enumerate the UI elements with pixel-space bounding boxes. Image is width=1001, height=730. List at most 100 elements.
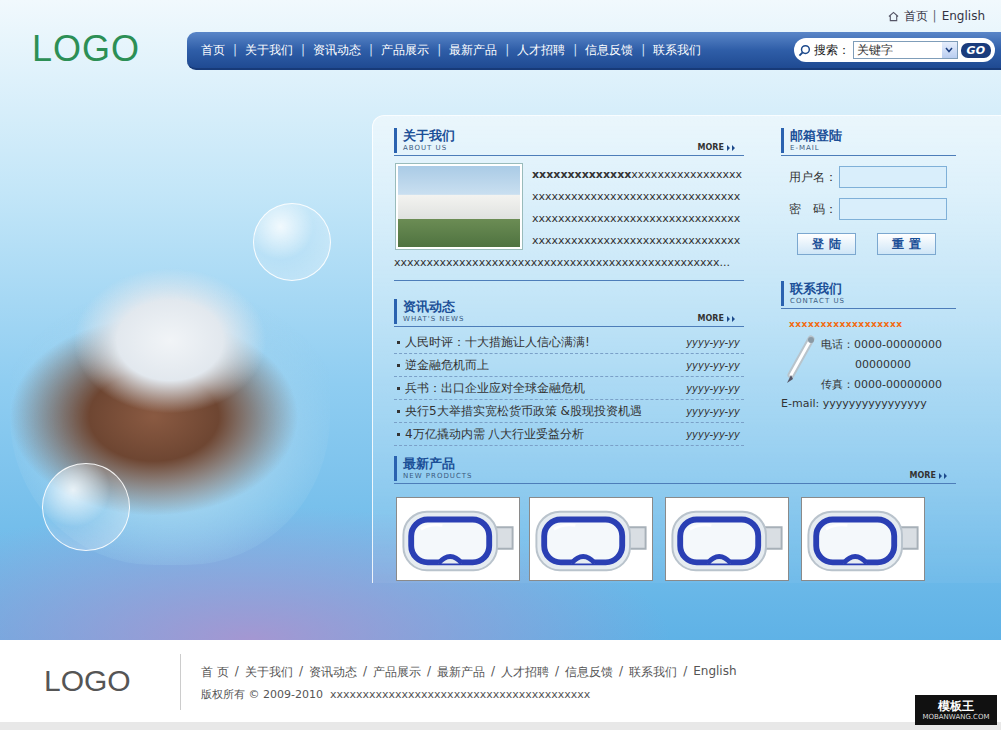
nav-bar: 首页|关于我们|资讯动态|产品展示|最新产品|人才招聘|信息反馈|联系我们搜索：… — [187, 32, 1001, 70]
news-section: 资讯动态WHAT'S NEWSMORE 人民时评：十大措施让人信心满满! yyyy… — [394, 299, 744, 446]
separator: | — [933, 9, 937, 23]
section-header: 关于我们ABOUT US MORE — [394, 128, 744, 156]
field-row: 密 码： — [781, 198, 956, 220]
text-input[interactable] — [839, 166, 947, 188]
section-title: 最新产品 — [403, 456, 473, 472]
section-title: 资讯动态 — [403, 299, 464, 315]
footer-separator: / — [683, 664, 687, 681]
nav-item[interactable]: 人才招聘 — [509, 42, 573, 59]
email: E-mail: yyyyyyyyyyyyyyyy — [781, 397, 956, 410]
footer-link[interactable]: 人才招聘 — [501, 664, 549, 681]
footer-link[interactable]: 产品展示 — [373, 664, 421, 681]
nav-separator: | — [573, 43, 577, 57]
news-item[interactable]: 逆金融危机而上yyyy-yy-yy — [394, 354, 744, 377]
footer-divider — [180, 654, 181, 710]
watermark: 模板王MOBANWANG.COM — [915, 695, 997, 725]
nav-item[interactable]: 最新产品 — [441, 42, 505, 59]
news-item[interactable]: 人民时评：十大措施让人信心满满! yyyy-yy-yy — [394, 331, 744, 354]
nav-item[interactable]: 关于我们 — [237, 42, 301, 59]
nav-separator: | — [505, 43, 509, 57]
nav-separator: | — [641, 43, 645, 57]
footer-content: 首 页/关于我们/资讯动态/产品展示/最新产品/人才招聘/信息反馈/联系我们/E… — [181, 640, 737, 702]
news-title: 人民时评：十大措施让人信心满满! — [405, 334, 590, 351]
header-right: 首页|English首页|关于我们|资讯动态|产品展示|最新产品|人才招聘|信息… — [187, 0, 1001, 115]
home-icon — [888, 11, 899, 22]
news-item[interactable]: 4万亿撬动内需 八大行业受益分析yyyy-yy-yy — [394, 423, 744, 446]
nav-item[interactable]: 首页 — [193, 42, 233, 59]
nav-separator: | — [233, 43, 237, 57]
content-panel: 关于我们ABOUT US MORE xxxxxxxxxxxxxxxxxxxxxxx… — [372, 115, 1001, 583]
news-date: yyyy-yy-yy — [686, 337, 744, 348]
footer-separator: / — [235, 664, 239, 681]
double-arrow-icon — [727, 145, 736, 151]
footer-link[interactable]: English — [693, 664, 736, 681]
news-date: yyyy-yy-yy — [686, 406, 744, 417]
section-header: 资讯动态WHAT'S NEWSMORE — [394, 299, 744, 327]
right-column: 邮箱登陆E-MAIL 用户名： 密 码： 登 陆重 置联系我们CONTACT USxx… — [781, 128, 956, 446]
section-title: 关于我们 — [403, 128, 455, 144]
nav-item[interactable]: 信息反馈 — [577, 42, 641, 59]
pen-icon — [781, 335, 819, 387]
section-header: 联系我们CONTACT US — [781, 281, 956, 309]
phone: 电话：0000-00000000 — [821, 335, 942, 355]
section-header: 邮箱登陆E-MAIL — [781, 128, 956, 156]
product-card[interactable] — [665, 497, 789, 581]
footer-separator: / — [427, 664, 431, 681]
field-row: 用户名： — [781, 166, 956, 188]
home-link[interactable]: 首页 — [904, 8, 928, 25]
news-item[interactable]: 央行5大举措实宽松货币政策 &股现投资机遇 yyyy-yy-yy — [394, 400, 744, 423]
section-subtitle: ABOUT US — [403, 144, 455, 153]
products-section: 最新产品NEW PRODUCTSMORE — [394, 456, 956, 581]
about-body: xxxxxxxxxxxxxxxxxxxxxxxxxxxxxxxxxxxxxxxx… — [394, 164, 744, 281]
search-select[interactable]: 关键字 — [853, 41, 958, 59]
double-arrow-icon — [939, 473, 948, 479]
top-area: LOGO首页|English首页|关于我们|资讯动态|产品展示|最新产品|人才招… — [0, 0, 1001, 640]
footer-logo[interactable]: LOGO — [0, 640, 180, 698]
news-date: yyyy-yy-yy — [686, 383, 744, 394]
more-link[interactable]: MORE — [698, 314, 736, 323]
search-button[interactable]: GO — [961, 43, 991, 58]
more-link[interactable]: MORE — [910, 471, 948, 480]
form-button[interactable]: 重 置 — [877, 233, 936, 255]
text-input[interactable] — [839, 198, 947, 220]
footer-links: 首 页/关于我们/资讯动态/产品展示/最新产品/人才招聘/信息反馈/联系我们/E… — [201, 664, 737, 681]
footer-link[interactable]: 信息反馈 — [565, 664, 613, 681]
contact-section: 联系我们CONTACT USxxxxxxxxxxxxxxxxxx电话：0000-… — [781, 281, 956, 410]
goggles-icon — [668, 500, 786, 578]
logo[interactable]: LOGO — [0, 0, 187, 115]
more-link[interactable]: MORE — [698, 143, 736, 152]
product-card[interactable] — [396, 497, 520, 581]
field-label: 密 码： — [789, 201, 839, 218]
watermark-url: MOBANWANG.COM — [922, 713, 989, 722]
nav-item[interactable]: 资讯动态 — [305, 42, 369, 59]
form-button[interactable]: 登 陆 — [797, 233, 856, 255]
section-title: 邮箱登陆 — [790, 128, 842, 144]
footer-link[interactable]: 首 页 — [201, 664, 229, 681]
fax: 传真：0000-00000000 — [821, 375, 942, 395]
nav-item[interactable]: 产品展示 — [373, 42, 437, 59]
nav-separator: | — [369, 43, 373, 57]
footer-separator: / — [555, 664, 559, 681]
button-row: 登 陆重 置 — [797, 233, 956, 255]
left-column: 关于我们ABOUT US MORE xxxxxxxxxxxxxxxxxxxxxxx… — [394, 128, 744, 446]
bullet-icon — [397, 410, 400, 413]
footer-separator: / — [363, 664, 367, 681]
footer-link[interactable]: 资讯动态 — [309, 664, 357, 681]
news-list: 人民时评：十大措施让人信心满满! yyyy-yy-yy 逆金融危机而上yyyy-yy… — [394, 331, 744, 446]
product-card[interactable] — [529, 497, 653, 581]
nav-item[interactable]: 联系我们 — [645, 42, 709, 59]
product-card[interactable] — [801, 497, 925, 581]
footer-link[interactable]: 联系我们 — [629, 664, 677, 681]
swimmer-photo — [10, 235, 330, 565]
news-title: 兵书：出口企业应对全球金融危机 — [405, 380, 585, 397]
footer-separator: / — [491, 664, 495, 681]
news-item[interactable]: 兵书：出口企业应对全球金融危机 yyyy-yy-yy — [394, 377, 744, 400]
watermark-name: 模板王 — [938, 699, 974, 713]
english-link[interactable]: English — [942, 9, 985, 23]
news-title: 央行5大举措实宽松货币政策 &股现投资机遇 — [405, 403, 642, 420]
nav-separator: | — [301, 43, 305, 57]
goggles-icon — [399, 500, 517, 578]
footer-link[interactable]: 最新产品 — [437, 664, 485, 681]
footer-link[interactable]: 关于我们 — [245, 664, 293, 681]
footer-separator: / — [299, 664, 303, 681]
